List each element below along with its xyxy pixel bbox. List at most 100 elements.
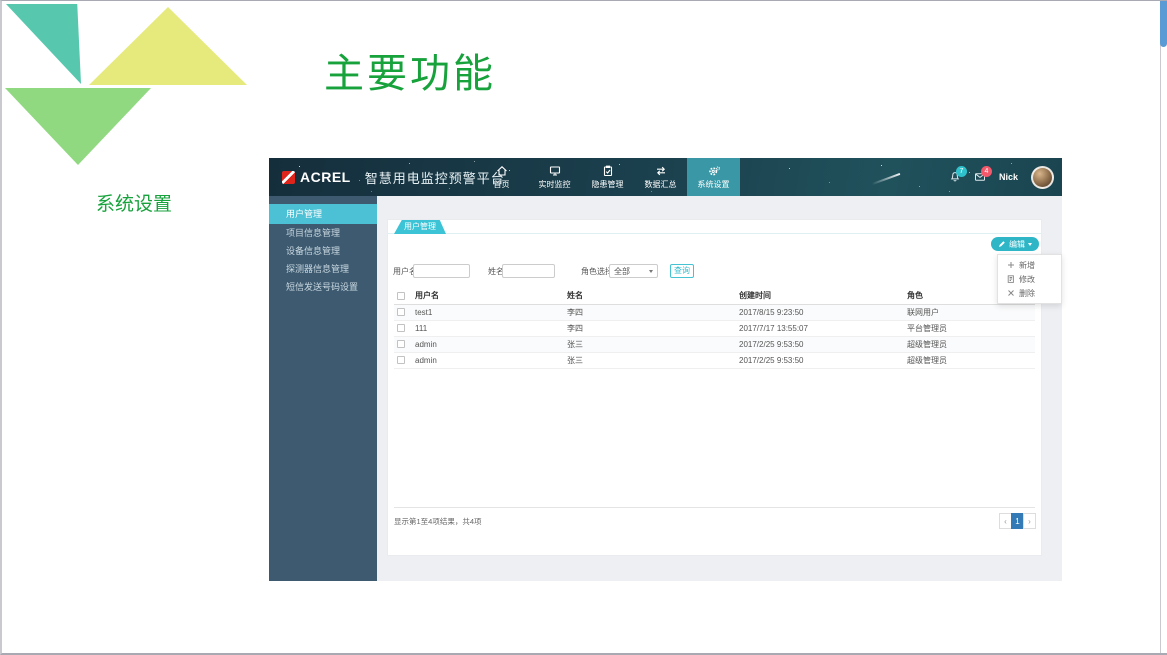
brand: ACREL 智慧用电监控预警平台: [282, 158, 505, 196]
results-summary: 显示第1至4项结果，共4项: [394, 516, 482, 527]
column-header-created: 创建时间: [736, 288, 904, 304]
nav-item-system-settings[interactable]: 系统设置: [687, 158, 740, 196]
plus-icon: [1007, 261, 1015, 269]
menu-item-delete[interactable]: 删除: [998, 286, 1061, 300]
cell-name: 张三: [564, 352, 736, 368]
column-header-username: 用户名: [412, 288, 564, 304]
sidebar-item-user-management[interactable]: 用户管理: [269, 204, 377, 224]
tab-strip: 用户管理: [388, 220, 1041, 234]
vertical-scrollbar-track[interactable]: [1160, 1, 1167, 653]
caret-down-icon: [1028, 243, 1032, 246]
app-sidebar: 用户管理 项目信息管理 设备信息管理 探测器信息管理 短信发送号码设置: [269, 196, 377, 581]
edit-button[interactable]: 编辑: [991, 237, 1039, 251]
gear-icon: [708, 165, 720, 177]
sidebar-item-device-info[interactable]: 设备信息管理: [269, 242, 377, 260]
message-count-badge: 4: [981, 166, 992, 177]
content-panel: 用户管理 编辑 新增 修改: [387, 219, 1042, 556]
home-icon: [496, 165, 508, 177]
decorative-triangle-green: [5, 88, 151, 165]
table-header-row: 用户名 姓名 创建时间 角色: [394, 288, 1035, 304]
clipboard-icon: [602, 165, 614, 177]
users-table: 用户名 姓名 创建时间 角色 test1 李四 2017/8/: [394, 288, 1035, 369]
row-checkbox[interactable]: [397, 356, 405, 364]
table-row: admin 张三 2017/2/25 9:53:50 超级管理员: [394, 352, 1035, 368]
name-search-input[interactable]: [502, 264, 555, 278]
pagination: ‹ 1 ›: [999, 513, 1036, 529]
sidebar-item-project-info[interactable]: 项目信息管理: [269, 224, 377, 242]
nav-item-data-summary[interactable]: 数据汇总: [634, 158, 687, 196]
table-row: 111 李四 2017/7/17 13:55:07 平台管理员: [394, 320, 1035, 336]
nav-label: 实时监控: [539, 179, 571, 190]
notification-count-badge: 7: [956, 166, 967, 177]
monitor-icon: [549, 165, 561, 177]
pencil-icon: [998, 240, 1006, 248]
decorative-triangle-teal: [6, 4, 81, 84]
nav-item-hazard-management[interactable]: 隐患管理: [581, 158, 634, 196]
user-cluster: 7 4 Nick: [949, 158, 1054, 196]
column-header-name: 姓名: [564, 288, 736, 304]
role-select[interactable]: 全部: [609, 264, 658, 278]
cell-name: 李四: [564, 304, 736, 320]
messages-button[interactable]: 4: [974, 171, 986, 183]
row-checkbox[interactable]: [397, 308, 405, 316]
row-checkbox[interactable]: [397, 324, 405, 332]
caret-down-icon: [649, 270, 653, 273]
username-label: Nick: [999, 172, 1018, 182]
cell-name: 张三: [564, 336, 736, 352]
app-screenshot: ACREL 智慧用电监控预警平台 首页 实时监控 隐患管理: [269, 158, 1062, 581]
app-header: ACREL 智慧用电监控预警平台 首页 实时监控 隐患管理: [269, 158, 1062, 196]
nav-item-home[interactable]: 首页: [475, 158, 528, 196]
brand-name: ACREL: [300, 169, 351, 185]
cell-username: test1: [412, 304, 564, 320]
menu-item-label: 新增: [1019, 260, 1035, 271]
cell-role: 超级管理员: [904, 352, 1035, 368]
sidebar-item-sms-number[interactable]: 短信发送号码设置: [269, 278, 377, 296]
main-nav: 首页 实时监控 隐患管理 数据汇总 系统设置: [475, 158, 740, 196]
slide-title: 主要功能: [324, 41, 496, 99]
cell-username: admin: [412, 336, 564, 352]
footer-divider: [394, 507, 1035, 508]
menu-item-add[interactable]: 新增: [998, 258, 1061, 272]
edit-dropdown-menu: 新增 修改 删除: [997, 254, 1062, 304]
edit-button-label: 编辑: [1009, 239, 1025, 250]
modify-icon: [1007, 275, 1015, 283]
notifications-button[interactable]: 7: [949, 171, 961, 183]
cell-created: 2017/2/25 9:53:50: [736, 352, 904, 368]
cell-role: 联网用户: [904, 304, 1035, 320]
query-button[interactable]: 查询: [670, 264, 694, 278]
slide-canvas: 主要功能 系统设置 ACREL 智慧用电监控预警平台 首页 实时监控: [0, 0, 1167, 655]
section-label: 系统设置: [96, 189, 172, 216]
table-row: admin 张三 2017/2/25 9:53:50 超级管理员: [394, 336, 1035, 352]
nav-label: 系统设置: [698, 179, 730, 190]
menu-item-modify[interactable]: 修改: [998, 272, 1061, 286]
pagination-next-button[interactable]: ›: [1023, 513, 1036, 529]
cell-name: 李四: [564, 320, 736, 336]
row-checkbox[interactable]: [397, 340, 405, 348]
role-select-value: 全部: [614, 266, 630, 277]
cell-created: 2017/7/17 13:55:07: [736, 320, 904, 336]
decorative-triangle-yellow: [89, 7, 247, 85]
cell-role: 超级管理员: [904, 336, 1035, 352]
table-row: test1 李四 2017/8/15 9:23:50 联网用户: [394, 304, 1035, 320]
cell-created: 2017/2/25 9:53:50: [736, 336, 904, 352]
delete-icon: [1007, 289, 1015, 297]
tab-user-management[interactable]: 用户管理: [394, 220, 446, 234]
nav-label: 首页: [494, 179, 510, 190]
vertical-scrollbar-thumb[interactable]: [1160, 1, 1167, 47]
nav-label: 隐患管理: [592, 179, 624, 190]
user-avatar[interactable]: [1031, 166, 1054, 189]
cell-username: 111: [412, 320, 564, 336]
menu-item-label: 修改: [1019, 274, 1035, 285]
sidebar-item-detector-info[interactable]: 探测器信息管理: [269, 260, 377, 278]
select-all-checkbox[interactable]: [397, 292, 405, 300]
data-icon: [655, 165, 667, 177]
cell-created: 2017/8/15 9:23:50: [736, 304, 904, 320]
cell-role: 平台管理员: [904, 320, 1035, 336]
acrel-logo-icon: [282, 171, 295, 184]
app-main: 用户管理 编辑 新增 修改: [377, 196, 1062, 581]
nav-item-realtime-monitor[interactable]: 实时监控: [528, 158, 581, 196]
username-search-input[interactable]: [413, 264, 470, 278]
nav-label: 数据汇总: [645, 179, 677, 190]
cell-username: admin: [412, 352, 564, 368]
menu-item-label: 删除: [1019, 288, 1035, 299]
